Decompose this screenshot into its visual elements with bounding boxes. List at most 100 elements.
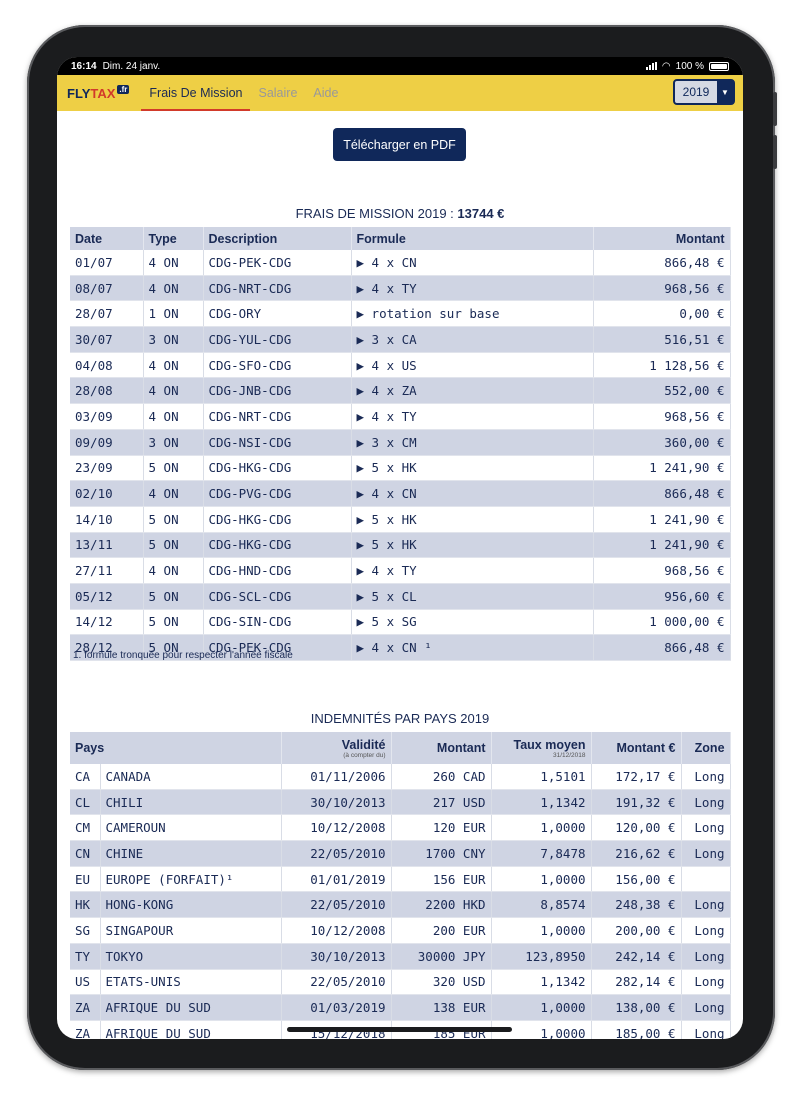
screen: 16:14 Dim. 24 janv. ◠ 100 % FLY TAX .fr Fr… (57, 57, 743, 1039)
table-row: SG SINGAPOUR 10/12/2008 200 EUR 1,0000 200,00… (70, 917, 731, 944)
cell-description: CDG-SCL-CDG (203, 583, 352, 610)
cell-taux: 7,8478 (491, 840, 592, 867)
cell-description: CDG-NRT-CDG (203, 403, 352, 430)
cell-taux: 1,1342 (491, 969, 592, 996)
cell-pays: CHILI (100, 789, 282, 816)
cell-montant: 866,48 € (593, 250, 731, 276)
cell-zone: Long (681, 943, 731, 970)
cell-montant_eur: 120,00 € (591, 814, 682, 842)
cell-description: CDG-NRT-CDG (203, 275, 352, 302)
cell-montant: 516,51 € (593, 326, 731, 353)
cell-montant: 156 EUR (391, 866, 492, 893)
top-nav: FLY TAX .fr Frais De Mission Salaire Aide … (57, 75, 743, 111)
cell-zone: Long (681, 969, 731, 996)
table-row: CL CHILI 30/10/2013 217 USD 1,1342 191,32 € Lo… (70, 789, 731, 816)
cell-date: 05/12 (70, 583, 144, 610)
cell-zone: Long (681, 917, 731, 944)
col-montant-eur: Montant € (591, 732, 682, 764)
col-pays: Pays (70, 732, 282, 764)
cell-montant: 866,48 € (593, 634, 731, 661)
cell-zone: Long (681, 764, 731, 790)
status-date: Dim. 24 janv. (102, 60, 161, 72)
tab-aide[interactable]: Aide (305, 75, 346, 111)
home-indicator[interactable] (287, 1027, 512, 1032)
cell-formule: ▶ 4 x CN (351, 480, 594, 507)
cell-pays: CHINE (100, 840, 282, 867)
year-select[interactable]: 2019 ▼ (673, 79, 735, 105)
cell-description: CDG-HKG-CDG (203, 506, 352, 533)
cell-montant: 968,56 € (593, 403, 731, 430)
cell-validite: 01/11/2006 (281, 764, 392, 790)
cell-validite: 01/01/2019 (281, 866, 392, 893)
flytax-logo[interactable]: FLY TAX .fr (67, 84, 130, 101)
cell-taux: 123,8950 (491, 943, 592, 970)
cell-montant: 200 EUR (391, 917, 492, 944)
logo-fr: .fr (117, 84, 130, 94)
cell-pays: CAMEROUN (100, 814, 282, 842)
cell-montant: 260 CAD (391, 764, 492, 790)
cell-type: 5 ON (143, 583, 204, 610)
cell-description: CDG-SFO-CDG (203, 352, 352, 379)
cell-code: ZA (70, 994, 101, 1021)
cell-zone (681, 866, 731, 893)
cell-validite: 10/12/2008 (281, 814, 392, 842)
cell-formule: ▶ 5 x HK (351, 532, 594, 559)
cell-code: CL (70, 789, 101, 816)
cell-type: 4 ON (143, 557, 204, 584)
logo-tax: TAX (90, 85, 116, 101)
cell-code: CN (70, 840, 101, 867)
cell-code: ZA (70, 1020, 101, 1039)
tab-salaire[interactable]: Salaire (250, 75, 305, 111)
cell-montant: 0,00 € (593, 300, 731, 328)
cell-code: CM (70, 814, 101, 842)
col-montant: Montant (593, 227, 731, 250)
table-row: CM CAMEROUN 10/12/2008 120 EUR 1,0000 120,00 … (70, 814, 731, 842)
tab-frais-de-mission[interactable]: Frais De Mission (141, 75, 251, 111)
cell-type: 3 ON (143, 429, 204, 456)
download-pdf-button[interactable]: Télécharger en PDF (333, 128, 466, 161)
indemnites-title: INDEMNITÉS PAR PAYS 2019 (310, 711, 490, 726)
cell-taux: 1,0000 (491, 917, 592, 944)
cell-description: CDG-PVG-CDG (203, 480, 352, 507)
chevron-down-icon: ▼ (717, 81, 733, 103)
battery-percent: 100 % (675, 60, 704, 72)
cell-date: 04/08 (70, 352, 144, 379)
cell-montant: 138 EUR (391, 994, 492, 1021)
table-row: 28/08 4 ON CDG-JNB-CDG ▶ 4 x ZA 552,00 € (70, 377, 731, 405)
cell-montant_eur: 216,62 € (591, 840, 682, 867)
cellular-signal-icon (645, 62, 657, 70)
cell-montant: 968,56 € (593, 275, 731, 302)
cell-montant: 956,60 € (593, 583, 731, 610)
col-formule: Formule (351, 227, 594, 250)
cell-montant: 1 241,90 € (593, 455, 731, 482)
cell-zone: Long (681, 891, 731, 919)
cell-montant_eur: 242,14 € (591, 943, 682, 970)
cell-taux: 8,8574 (491, 891, 592, 919)
col-validite: Validité (à compter du) (281, 732, 392, 764)
cell-type: 5 ON (143, 506, 204, 533)
cell-description: CDG-PEK-CDG (203, 250, 352, 276)
cell-montant: 968,56 € (593, 557, 731, 584)
cell-formule: ▶ 5 x CL (351, 583, 594, 610)
cell-code: US (70, 969, 101, 996)
cell-description: CDG-ORY (203, 300, 352, 328)
cell-description: CDG-HKG-CDG (203, 455, 352, 482)
cell-taux: 1,1342 (491, 789, 592, 816)
cell-validite: 10/12/2008 (281, 917, 392, 944)
cell-validite: 22/05/2010 (281, 840, 392, 867)
cell-description: CDG-SIN-CDG (203, 609, 352, 636)
cell-date: 27/11 (70, 557, 144, 584)
cell-date: 08/07 (70, 275, 144, 302)
cell-montant_eur: 248,38 € (591, 891, 682, 919)
cell-type: 4 ON (143, 377, 204, 405)
cell-montant_eur: 138,00 € (591, 994, 682, 1021)
table-row: 05/12 5 ON CDG-SCL-CDG ▶ 5 x CL 956,60 € (70, 583, 731, 610)
col-date: Date (70, 227, 144, 250)
cell-pays: CANADA (100, 764, 282, 790)
table-row: 01/07 4 ON CDG-PEK-CDG ▶ 4 x CN 866,48 € (70, 250, 731, 276)
col-taux-sub: 31/12/2018 (552, 751, 586, 759)
cell-formule: ▶ 5 x HK (351, 455, 594, 482)
cell-date: 28/07 (70, 300, 144, 328)
volume-down-button (773, 135, 777, 169)
cell-zone: Long (681, 994, 731, 1021)
